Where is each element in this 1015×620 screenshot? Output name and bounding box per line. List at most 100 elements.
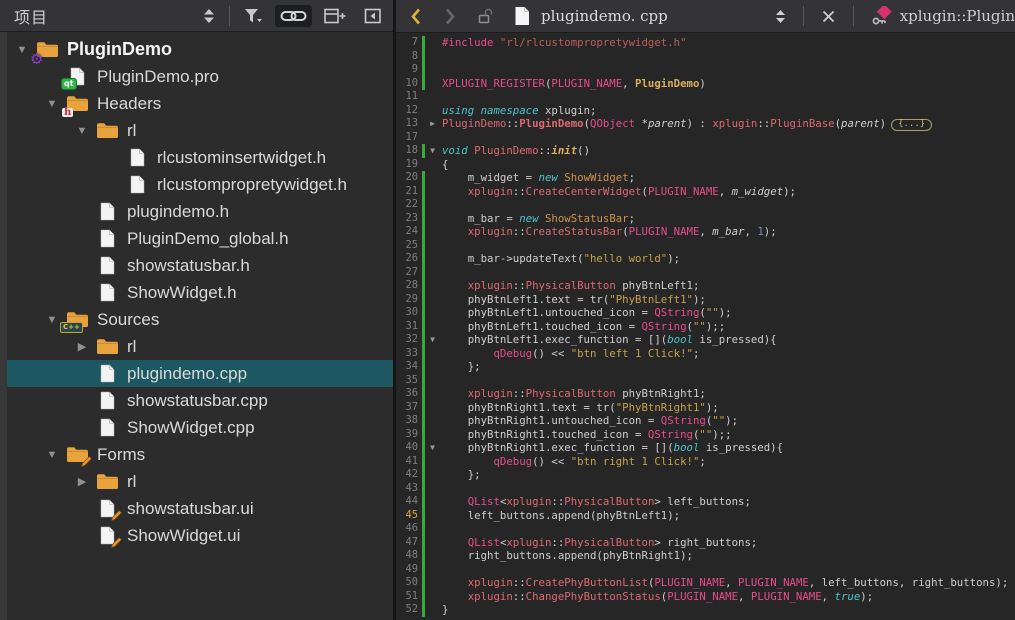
code-line-text[interactable]: phyBtnLeft1.exec_function = [](bool is_p…: [442, 333, 777, 347]
chevron-right-icon[interactable]: ▶: [70, 340, 94, 353]
code-line-text[interactable]: xplugin::ChangePhyButtonStatus(PLUGIN_NA…: [442, 590, 873, 604]
tree-item[interactable]: ShowWidget.cpp: [0, 414, 393, 441]
line-number: 23: [396, 212, 418, 226]
code-line-text[interactable]: phyBtnLeft1.untouched_icon = QString("")…: [442, 306, 732, 320]
diff-added-bar: [422, 401, 425, 415]
tree-item-label: ShowWidget.cpp: [127, 418, 255, 438]
tree-item[interactable]: ShowWidget.h: [0, 279, 393, 306]
code-line-text[interactable]: QList<xplugin::PhysicalButton> right_but…: [442, 536, 757, 550]
code-line-text[interactable]: };: [442, 468, 481, 482]
close-panel-icon[interactable]: [359, 4, 387, 28]
tree-item[interactable]: plugindemo.cpp: [0, 360, 393, 387]
tree-item-label: PluginDemo.pro: [97, 67, 219, 87]
code-line-text[interactable]: #include "rl/rlcustompropretywidget.h": [442, 36, 687, 50]
code-line-text[interactable]: phyBtnRight1.touched_icon = QString("");…: [442, 428, 732, 442]
sort-updown-icon[interactable]: [198, 4, 220, 28]
code-line: 40▼ phyBtnRight1.exec_function = [](bool…: [396, 441, 1015, 455]
separator: [853, 6, 854, 26]
diff-added-bar: [422, 212, 425, 226]
document-dropdown-icon[interactable]: [770, 5, 791, 28]
code-line: 34 };: [396, 360, 1015, 374]
tree-item[interactable]: PluginDemo_global.h: [0, 225, 393, 252]
code-line-text[interactable]: }: [442, 603, 448, 617]
code-editor[interactable]: 7#include "rl/rlcustompropretywidget.h"8…: [396, 33, 1015, 620]
chevron-down-icon[interactable]: ▼: [40, 449, 64, 461]
code-line-text[interactable]: using namespace xplugin;: [442, 104, 596, 118]
fold-expanded-icon[interactable]: ▼: [425, 441, 440, 455]
filter-icon[interactable]: [239, 4, 268, 28]
code-line: 33 qDebug() << "btn left 1 Click!";: [396, 347, 1015, 361]
code-line-text[interactable]: xplugin::CreatePhyButtonList(PLUGIN_NAME…: [442, 576, 1008, 590]
fold-expanded-icon[interactable]: ▼: [425, 333, 440, 347]
chevron-down-icon[interactable]: ▼: [70, 125, 94, 137]
line-number: 22: [396, 198, 418, 212]
diff-added-bar: [422, 239, 425, 253]
tree-item[interactable]: rlcustompropretywidget.h: [0, 171, 393, 198]
fold-expanded-icon[interactable]: ▼: [425, 144, 440, 158]
tree-item[interactable]: ShowWidget.ui: [0, 522, 393, 549]
symbol-selector[interactable]: xplugin::Plugin: [900, 7, 1015, 25]
code-line-text[interactable]: phyBtnLeft1.touched_icon = QString("");;: [442, 320, 725, 334]
diff-added-bar: [422, 509, 425, 523]
line-number: 37: [396, 401, 418, 415]
close-icon[interactable]: [816, 5, 841, 28]
code-line: 49: [396, 563, 1015, 577]
tree-item[interactable]: ▼⚙PluginDemo: [0, 36, 393, 63]
link-with-editor-icon[interactable]: [275, 5, 312, 27]
code-line-text[interactable]: xplugin::CreateStatusBar(PLUGIN_NAME, m_…: [442, 225, 777, 239]
code-line-text[interactable]: xplugin::CreateCenterWidget(PLUGIN_NAME,…: [442, 185, 796, 199]
tree-item[interactable]: ▶rl: [0, 333, 393, 360]
tree-item[interactable]: plugindemo.h: [0, 198, 393, 225]
code-line-text[interactable]: {: [442, 158, 448, 172]
symbol-key-icon[interactable]: [866, 2, 900, 30]
tree-item[interactable]: showstatusbar.h: [0, 252, 393, 279]
chevron-down-icon[interactable]: ▼: [40, 98, 64, 110]
code-line-text[interactable]: phyBtnLeft1.text = tr("PhyBtnLeft1");: [442, 293, 706, 307]
back-icon[interactable]: [404, 3, 428, 30]
forward-icon[interactable]: [438, 3, 462, 30]
tree-item[interactable]: ▼C++Sources: [0, 306, 393, 333]
fold-collapsed-icon[interactable]: ▶: [425, 117, 440, 131]
code-line-text[interactable]: right_buttons.append(phyBtnRight1);: [442, 549, 693, 563]
line-number: 47: [396, 536, 418, 550]
code-line: 44 QList<xplugin::PhysicalButton> left_b…: [396, 495, 1015, 509]
tree-item[interactable]: ▶rl: [0, 468, 393, 495]
tree-item[interactable]: ▼hHeaders: [0, 90, 393, 117]
code-line: 48 right_buttons.append(phyBtnRight1);: [396, 549, 1015, 563]
code-line-text[interactable]: phyBtnRight1.exec_function = [](bool is_…: [442, 441, 783, 455]
chevron-right-icon[interactable]: ▶: [70, 475, 94, 488]
code-line-text[interactable]: PluginDemo::PluginDemo(QObject *parent) …: [442, 117, 932, 131]
code-line-text[interactable]: phyBtnRight1.text = tr("PhyBtnRight1");: [442, 401, 719, 415]
tree-item[interactable]: showstatusbar.cpp: [0, 387, 393, 414]
tree-item[interactable]: qtPluginDemo.pro: [0, 63, 393, 90]
tree-item[interactable]: showstatusbar.ui: [0, 495, 393, 522]
code-line-text[interactable]: qDebug() << "btn right 1 Click!";: [442, 455, 706, 469]
code-line-text[interactable]: m_bar = new ShowStatusBar;: [442, 212, 635, 226]
tree-item[interactable]: ▼rl: [0, 117, 393, 144]
tree-item-label: plugindemo.cpp: [127, 364, 247, 384]
code-line-text[interactable]: m_widget = new ShowWidget;: [442, 171, 635, 185]
code-line-text[interactable]: void PluginDemo::init(): [442, 144, 590, 158]
code-line-text[interactable]: xplugin::PhysicalButton phyBtnRight1;: [442, 387, 706, 401]
code-line-text[interactable]: QList<xplugin::PhysicalButton> left_butt…: [442, 495, 751, 509]
split-panel-icon[interactable]: [319, 4, 352, 28]
code-line-text[interactable]: xplugin::PhysicalButton phyBtnLeft1;: [442, 279, 699, 293]
tree-item-label: showstatusbar.h: [127, 256, 250, 276]
code-line-text[interactable]: qDebug() << "btn left 1 Click!";: [442, 347, 699, 361]
line-number: 21: [396, 185, 418, 199]
file-icon: [94, 228, 120, 250]
tree-item[interactable]: ▼Forms: [0, 441, 393, 468]
code-line-text[interactable]: phyBtnRight1.untouched_icon = QString(""…: [442, 414, 738, 428]
line-number: 24: [396, 225, 418, 239]
code-line-text[interactable]: };: [442, 360, 481, 374]
diff-added-bar: [422, 306, 425, 320]
unlock-icon[interactable]: [472, 3, 499, 29]
code-line: 18▼void PluginDemo::init(): [396, 144, 1015, 158]
code-line-text[interactable]: m_bar->updateText("hello world");: [442, 252, 680, 266]
diff-bar-spacer: [422, 90, 425, 104]
tree-item[interactable]: rlcustominsertwidget.h: [0, 144, 393, 171]
code-line: 27: [396, 266, 1015, 280]
code-line-text[interactable]: XPLUGIN_REGISTER(PLUGIN_NAME, PluginDemo…: [442, 77, 706, 91]
code-line-text[interactable]: left_buttons.append(phyBtnLeft1);: [442, 509, 680, 523]
folder-cpp-icon: C++: [64, 309, 90, 331]
